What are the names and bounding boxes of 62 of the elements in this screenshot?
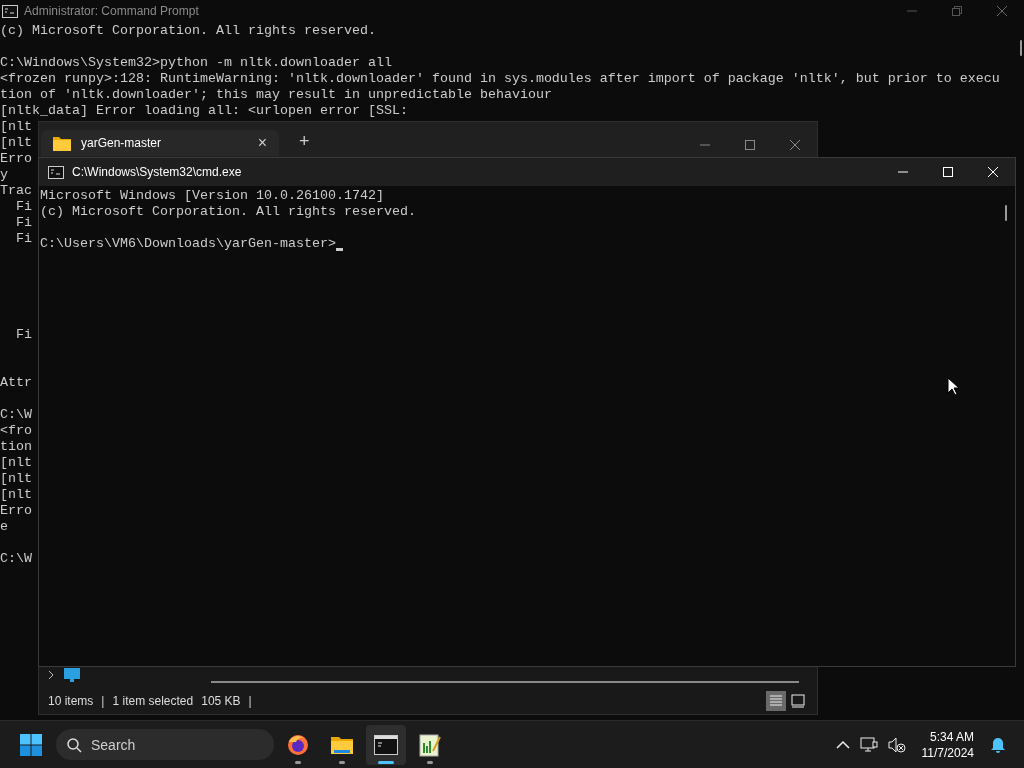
- search-icon: [66, 736, 82, 753]
- close-tab-button[interactable]: ×: [253, 134, 271, 152]
- console-line: (c) Microsoft Corporation. All rights reserved.: [0, 23, 376, 39]
- network-icon[interactable]: [859, 736, 878, 753]
- console-line: Microsoft Windows [Version 10.0.26100.1742]: [40, 188, 384, 204]
- console-icon: [48, 165, 64, 179]
- window-title: Administrator: Command Prompt: [24, 4, 200, 18]
- taskbar-app-button[interactable]: [366, 724, 406, 765]
- volume-muted-icon[interactable]: [887, 736, 906, 753]
- folder-tab[interactable]: yarGen-master ×: [41, 130, 279, 156]
- console-line: C:\Windows\System32>python -m nltk.downloader all: [0, 55, 392, 71]
- clock[interactable]: 5:34 AM 11/7/2024: [921, 728, 974, 761]
- window-title: C:\Windows\System32\cmd.exe: [72, 165, 243, 179]
- console-line: Fi: [15, 327, 32, 343]
- console-line: Fi: [15, 215, 32, 231]
- item-count: 10 items: [48, 693, 94, 708]
- console-line: Fi: [15, 231, 32, 247]
- tile-icon: [791, 693, 805, 708]
- notepad-icon: [419, 732, 441, 757]
- file-size: 105 KB: [201, 693, 241, 708]
- mouse-pointer-icon: [947, 377, 959, 396]
- chevron-icon[interactable]: [47, 670, 55, 680]
- details-view-button[interactable]: [766, 690, 786, 711]
- browser-icon: [286, 732, 310, 757]
- scrollbar-thumb[interactable]: [1005, 205, 1007, 221]
- console-line: [nlt: [0, 487, 32, 503]
- console-line: C:\W: [0, 407, 32, 423]
- chevron-up-icon[interactable]: [835, 739, 850, 750]
- new-tab-button[interactable]: +: [295, 130, 314, 152]
- console-line: tion of 'nltk.downloader'; this may result in unpredictable behaviour: [0, 87, 552, 103]
- scrollbar-thumb[interactable]: [1020, 40, 1022, 56]
- computer-icon: [63, 667, 81, 683]
- console-line: Trac: [0, 183, 32, 199]
- scrollbar-thumb[interactable]: [211, 681, 799, 683]
- start-icon[interactable]: [19, 732, 43, 757]
- console-line: [nlt: [0, 471, 32, 487]
- search-field[interactable]: Search: [56, 729, 274, 760]
- restore-icon[interactable]: [950, 5, 963, 17]
- list-icon: [769, 693, 783, 708]
- text-cursor: [335, 247, 343, 251]
- terminal-icon: [374, 734, 398, 755]
- console-line: [nlt: [0, 455, 32, 471]
- console-line: Erro: [0, 503, 32, 519]
- console-line: y: [0, 167, 8, 183]
- console-line: Fi: [15, 199, 32, 215]
- separator: |: [101, 693, 105, 708]
- console-line: [nltk_data] Error loading all: <urlopen error [SSL:: [0, 103, 408, 119]
- selection-info: 1 item selected: [112, 693, 194, 708]
- console-line: [nlt: [0, 119, 32, 135]
- console-line: <fro: [0, 423, 32, 439]
- console-line: C:\Users\VM6\Downloads\yarGen-master>: [40, 236, 336, 252]
- console-line: C:\W: [0, 551, 32, 567]
- console-line: (c) Microsoft Corporation. All rights reserved.: [40, 204, 416, 220]
- console-line: Erro: [0, 151, 32, 167]
- bell-icon[interactable]: [990, 736, 1006, 753]
- console-line: Attr: [0, 375, 32, 391]
- console-line: e: [0, 519, 8, 535]
- separator: |: [248, 693, 252, 708]
- folder-icon: [53, 135, 71, 151]
- console-line: <frozen runpy>:128: RuntimeWarning: 'nltk.downloader' found in sys.modules after import of package 'nltk', but prior to execu: [0, 71, 1000, 87]
- console-line: [nlt: [0, 135, 32, 151]
- console-line: tion: [0, 439, 32, 455]
